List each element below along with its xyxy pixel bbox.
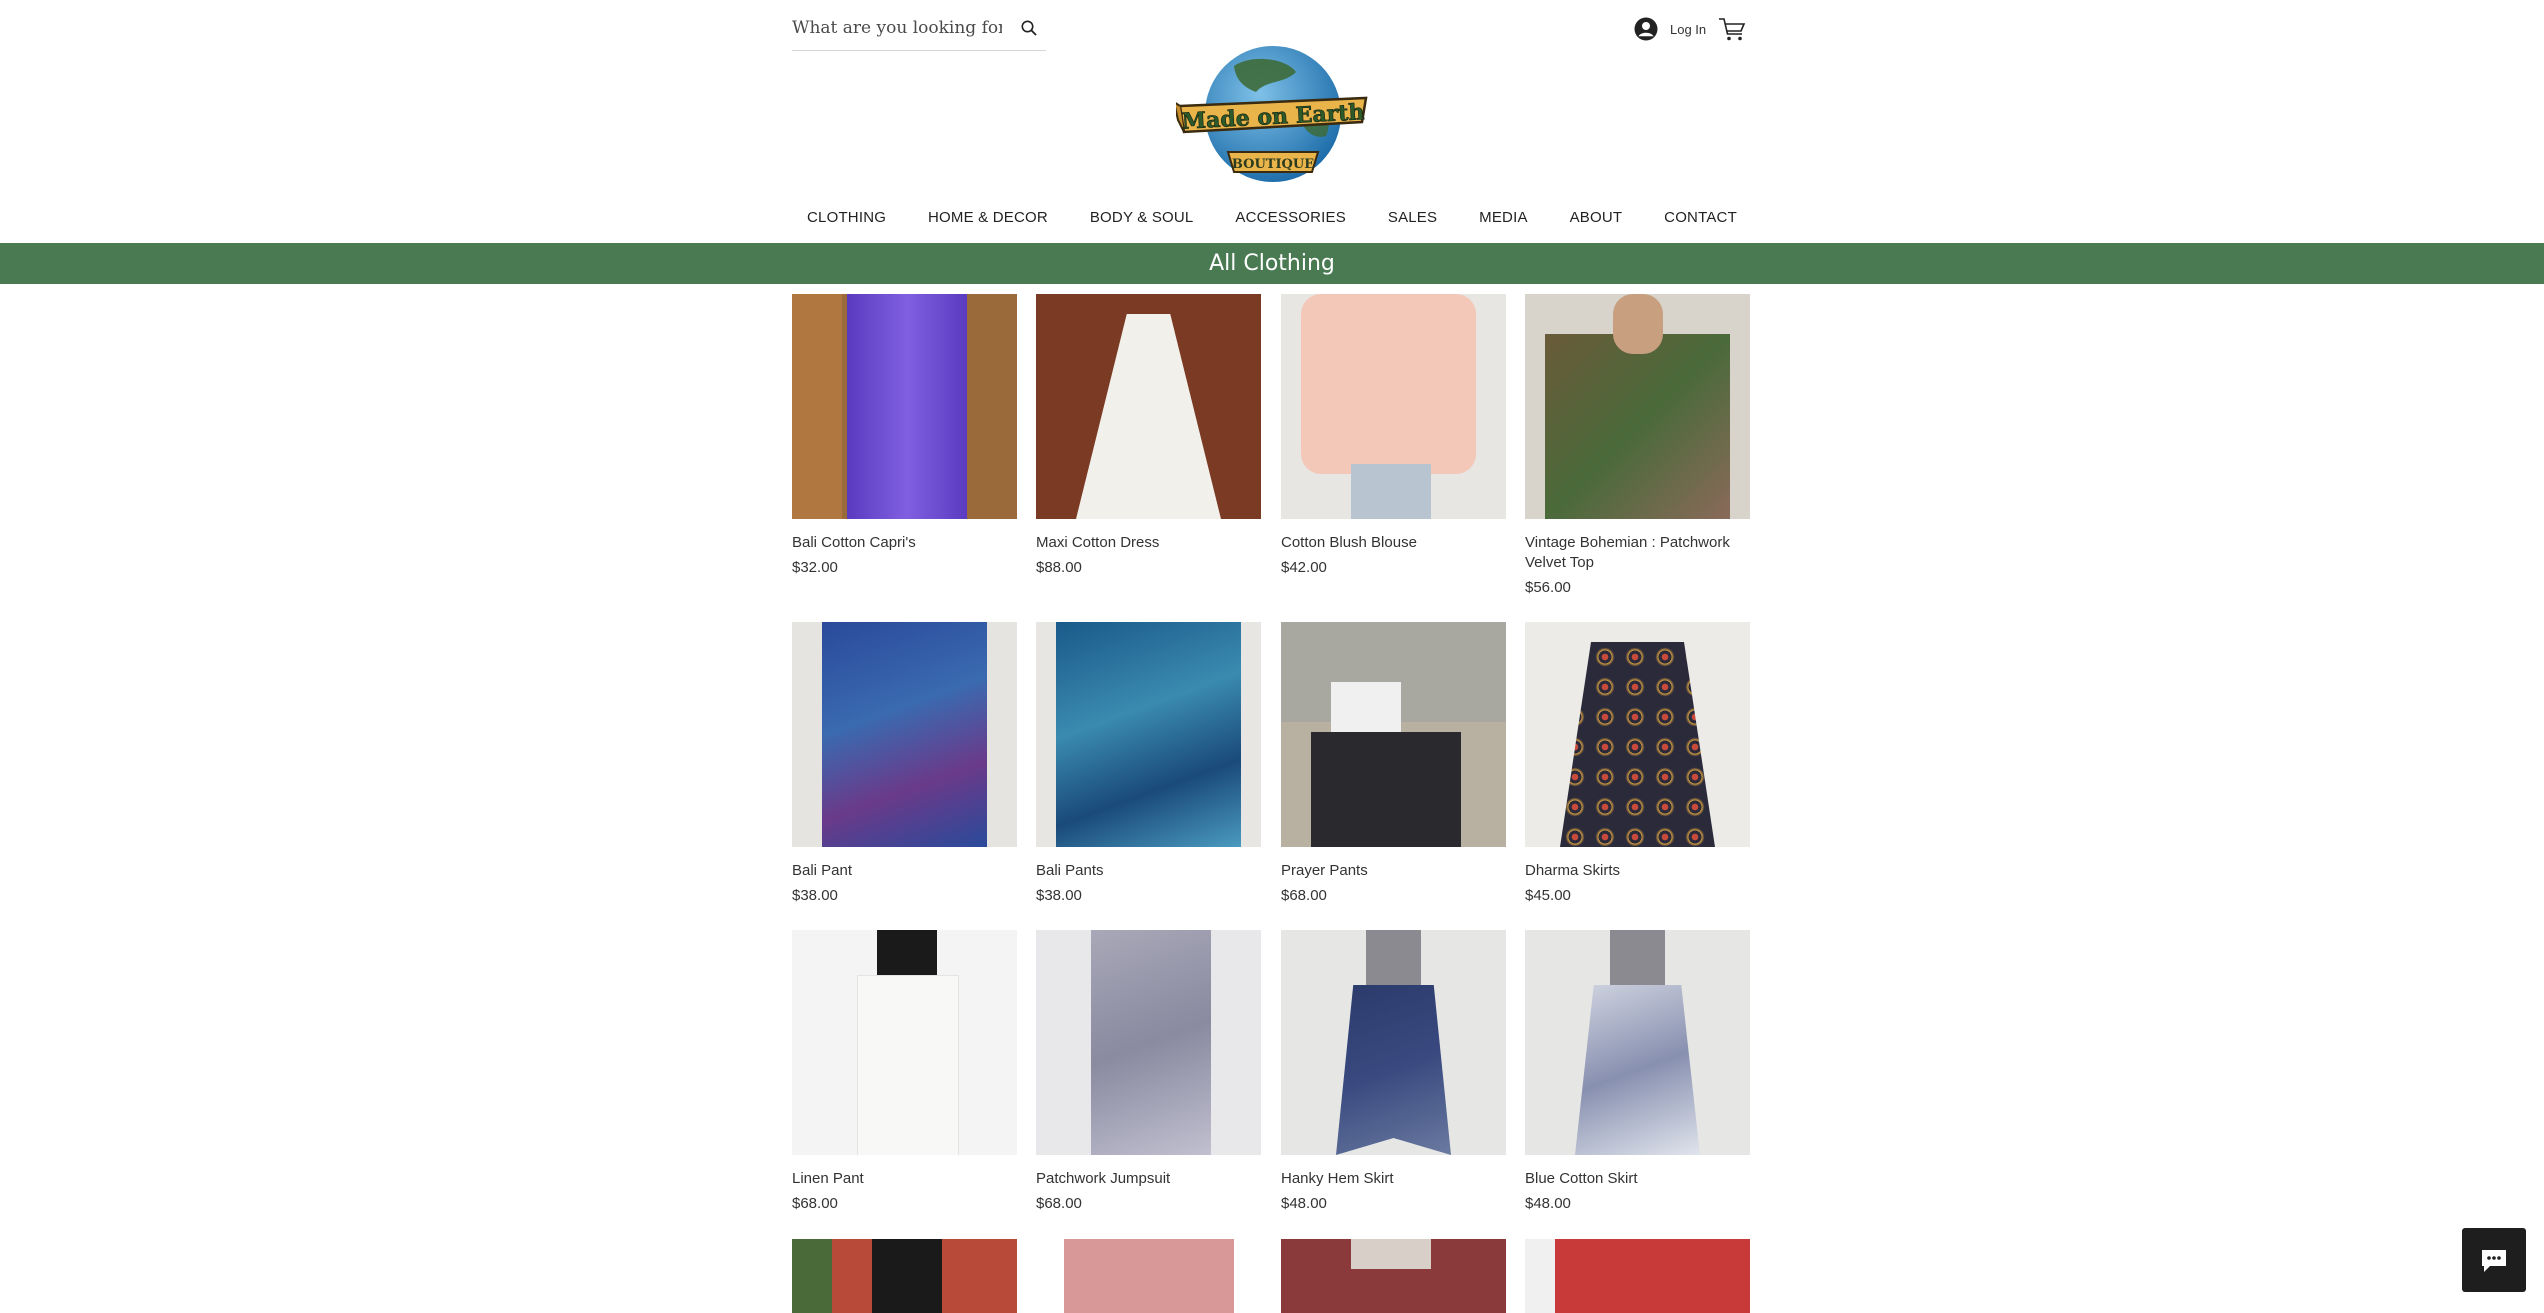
product-price: $42.00 <box>1281 559 1327 576</box>
product-name[interactable]: Blue Cotton Skirt <box>1525 1169 1750 1189</box>
product-image[interactable] <box>1525 1239 1750 1313</box>
login-button[interactable]: Log In <box>1634 15 1706 43</box>
product-card[interactable]: Bali Pant $38.00 <box>792 622 1017 904</box>
nav-item-home-decor[interactable]: HOME & DECOR <box>913 209 1063 226</box>
product-image[interactable] <box>1525 294 1750 519</box>
product-card[interactable]: Cotton Blush Blouse $42.00 <box>1281 294 1506 576</box>
product-name[interactable]: Patchwork Jumpsuit <box>1036 1169 1261 1189</box>
nav-item-contact[interactable]: CONTACT <box>1649 209 1752 226</box>
product-price: $68.00 <box>792 1195 838 1212</box>
product-image[interactable] <box>1525 930 1750 1155</box>
logo[interactable]: Made on Earth BOUTIQUE <box>1176 44 1370 188</box>
product-card[interactable]: Dharma Skirts $45.00 <box>1525 622 1750 904</box>
nav-item-body-soul[interactable]: BODY & SOUL <box>1075 209 1209 226</box>
product-image[interactable] <box>792 1239 1017 1313</box>
product-image[interactable] <box>1036 930 1261 1155</box>
nav-item-media[interactable]: MEDIA <box>1464 209 1543 226</box>
product-name[interactable]: Prayer Pants <box>1281 861 1506 881</box>
product-image[interactable] <box>1525 622 1750 847</box>
product-price: $48.00 <box>1281 1195 1327 1212</box>
product-card[interactable]: Patchwork Jumpsuit $68.00 <box>1036 930 1261 1212</box>
user-avatar-icon <box>1634 17 1658 41</box>
product-name[interactable]: Maxi Cotton Dress <box>1036 533 1261 553</box>
product-price: $68.00 <box>1036 1195 1082 1212</box>
product-image[interactable] <box>792 294 1017 519</box>
product-card[interactable] <box>1036 1239 1261 1313</box>
nav-item-sales[interactable]: SALES <box>1373 209 1452 226</box>
product-card[interactable] <box>792 1239 1017 1313</box>
nav-item-accessories[interactable]: ACCESSORIES <box>1220 209 1361 226</box>
product-image[interactable] <box>792 930 1017 1155</box>
main-nav: CLOTHING HOME & DECOR BODY & SOUL ACCESS… <box>792 204 1752 230</box>
product-card[interactable]: Bali Pants $38.00 <box>1036 622 1261 904</box>
product-image[interactable] <box>1281 1239 1506 1313</box>
product-name[interactable]: Dharma Skirts <box>1525 861 1750 881</box>
product-card[interactable]: Blue Cotton Skirt $48.00 <box>1525 930 1750 1212</box>
page-title: All Clothing <box>1209 251 1335 276</box>
product-name[interactable]: Linen Pant <box>792 1169 1017 1189</box>
login-label[interactable]: Log In <box>1670 22 1706 37</box>
product-card[interactable]: Maxi Cotton Dress $88.00 <box>1036 294 1261 576</box>
product-image[interactable] <box>1036 294 1261 519</box>
product-image[interactable] <box>1281 294 1506 519</box>
product-card[interactable]: Prayer Pants $68.00 <box>1281 622 1506 904</box>
product-name[interactable]: Bali Pant <box>792 861 1017 881</box>
product-image[interactable] <box>792 622 1017 847</box>
chat-button[interactable] <box>2462 1228 2526 1292</box>
product-price: $56.00 <box>1525 579 1571 596</box>
search-input[interactable] <box>792 18 1002 38</box>
product-image[interactable] <box>1036 622 1261 847</box>
product-name[interactable]: Cotton Blush Blouse <box>1281 533 1506 553</box>
product-name[interactable]: Vintage Bohemian : Patchwork Velvet Top <box>1525 533 1750 573</box>
search-icon[interactable] <box>1020 19 1038 37</box>
product-card[interactable]: Hanky Hem Skirt $48.00 <box>1281 930 1506 1212</box>
product-card[interactable]: Vintage Bohemian : Patchwork Velvet Top … <box>1525 294 1750 596</box>
logo-subtext: BOUTIQUE <box>1232 157 1314 172</box>
product-image[interactable] <box>1036 1239 1261 1313</box>
product-price: $38.00 <box>792 887 838 904</box>
product-price: $48.00 <box>1525 1195 1571 1212</box>
nav-item-about[interactable]: ABOUT <box>1555 209 1638 226</box>
search-bar[interactable] <box>792 6 1046 51</box>
nav-item-clothing[interactable]: CLOTHING <box>792 209 901 226</box>
product-price: $88.00 <box>1036 559 1082 576</box>
category-banner: All Clothing <box>0 243 2544 284</box>
product-name[interactable]: Bali Pants <box>1036 861 1261 881</box>
chat-icon <box>2482 1250 2506 1272</box>
product-image[interactable] <box>1281 622 1506 847</box>
product-name[interactable]: Hanky Hem Skirt <box>1281 1169 1506 1189</box>
cart-icon[interactable] <box>1718 15 1746 43</box>
product-card[interactable] <box>1281 1239 1506 1313</box>
product-price: $68.00 <box>1281 887 1327 904</box>
product-image[interactable] <box>1281 930 1506 1155</box>
product-card[interactable]: Bali Cotton Capri's $32.00 <box>792 294 1017 576</box>
product-price: $38.00 <box>1036 887 1082 904</box>
product-name[interactable]: Bali Cotton Capri's <box>792 533 1017 553</box>
product-card[interactable]: Linen Pant $68.00 <box>792 930 1017 1212</box>
product-price: $45.00 <box>1525 887 1571 904</box>
product-card[interactable] <box>1525 1239 1750 1313</box>
product-price: $32.00 <box>792 559 838 576</box>
